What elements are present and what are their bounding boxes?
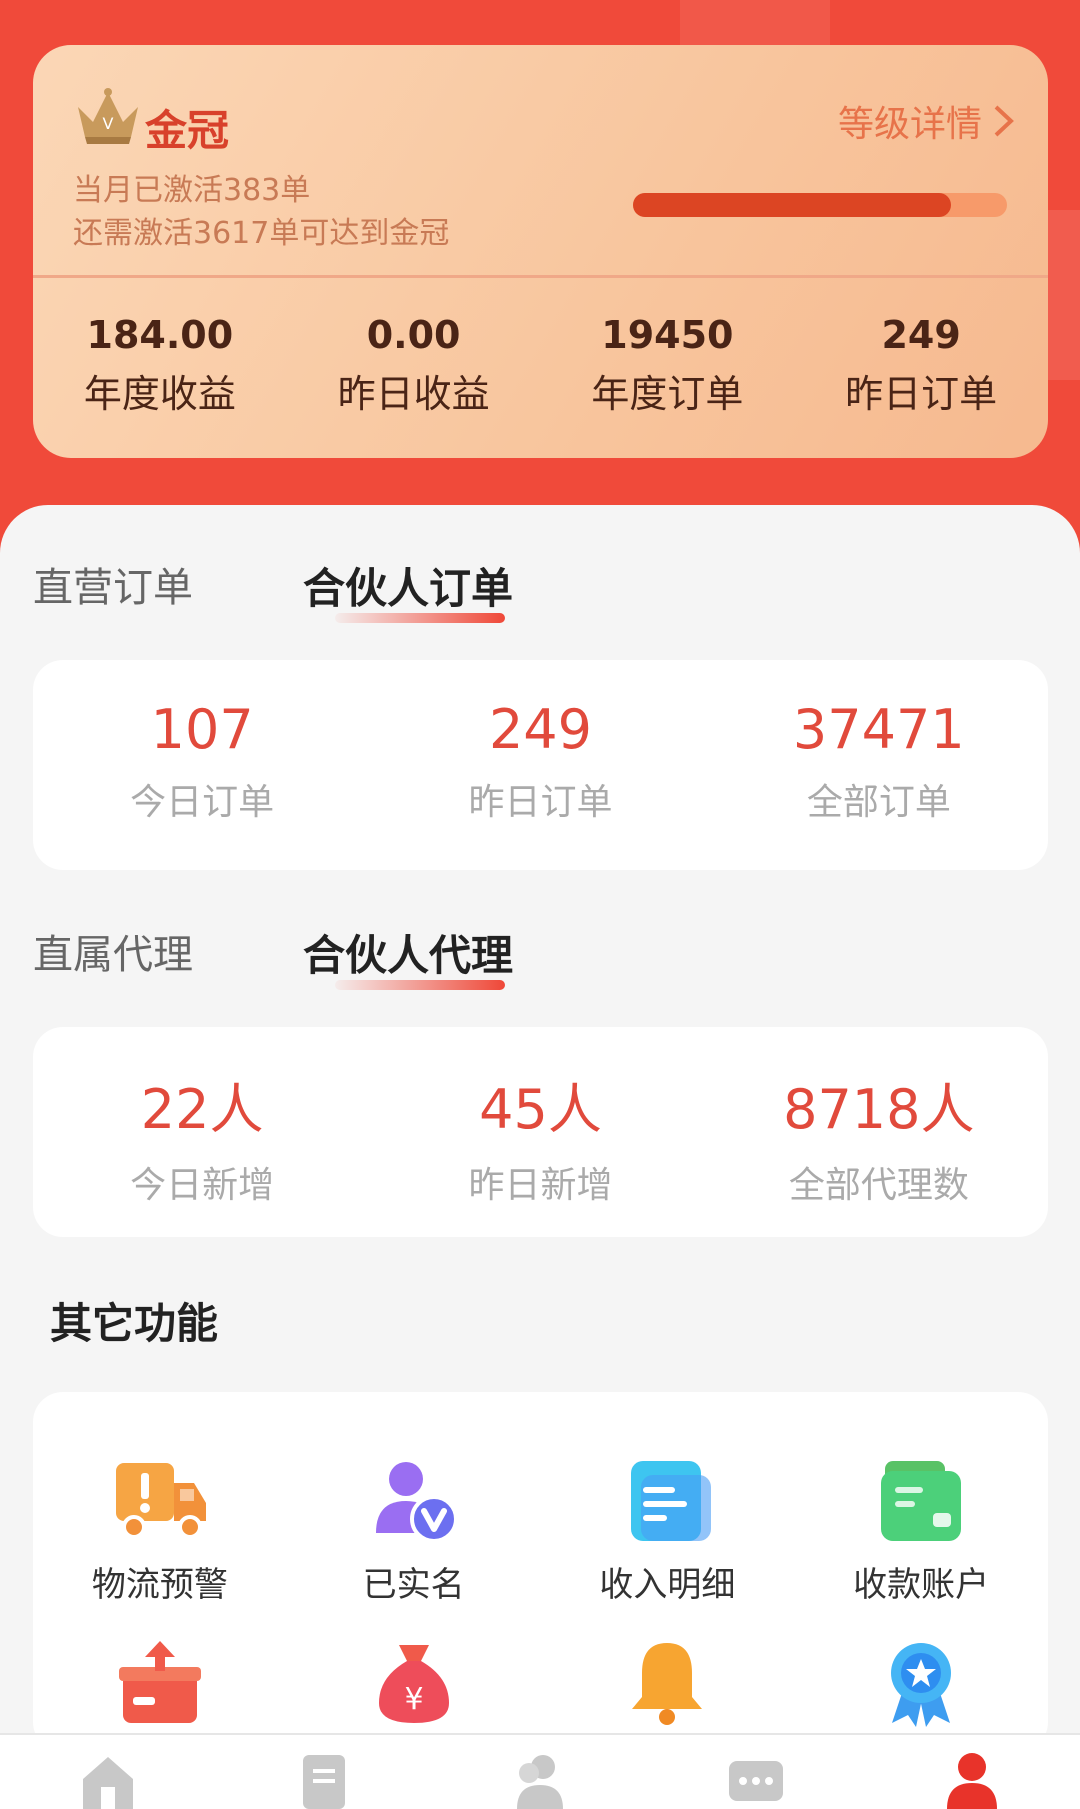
stat-all-orders[interactable]: 37471 全部订单 <box>710 660 1048 870</box>
tab-label: 合伙人订单 <box>303 564 514 613</box>
agent-stats-card: 22人 今日新增 45人 昨日新增 8718人 全部代理数 <box>33 1027 1048 1237</box>
stat-label: 昨日新增 <box>468 1165 613 1206</box>
level-stats: 184.00 年度收益 0.00 昨日收益 19450 年度订单 249 昨日订… <box>33 313 1048 418</box>
func-label: 收入明细 <box>599 1565 736 1605</box>
badge-star-icon <box>891 1643 952 1727</box>
stat-label: 昨日订单 <box>845 372 998 416</box>
tab-underline <box>335 980 505 990</box>
functions-card: 物流预警 已实名 收入明细 收款账户 ¥ <box>33 1392 1048 1752</box>
stat-value: 107 <box>150 698 254 761</box>
stat-yesterday-orders[interactable]: 249 昨日订单 <box>371 660 709 870</box>
stat-value: 19450 <box>601 313 734 357</box>
functions-row-2: ¥ <box>33 1637 1048 1731</box>
functions-title: 其它功能 <box>50 1299 219 1348</box>
tab-partner-agents[interactable]: 合伙人代理 <box>303 922 514 990</box>
stat-label: 今日新增 <box>130 1165 275 1206</box>
func-verified[interactable]: 已实名 <box>287 1457 541 1606</box>
tab-label: 直营订单 <box>33 565 193 611</box>
func-receiving-account[interactable]: 收款账户 <box>794 1457 1048 1606</box>
box-upload-icon <box>118 1641 201 1723</box>
income-detail-icon <box>631 1461 712 1541</box>
tab-label: 直属代理 <box>33 932 193 978</box>
level-name: 金冠 <box>145 106 230 155</box>
level-detail-link[interactable]: 等级详情 <box>838 95 1016 147</box>
stat-yesterday-orders[interactable]: 249 昨日订单 <box>794 313 1048 418</box>
func-logistics-warning[interactable]: 物流预警 <box>33 1457 287 1606</box>
stat-value: 45人 <box>479 1078 602 1141</box>
profile-icon <box>947 1753 997 1809</box>
level-progress-bar <box>633 193 1007 217</box>
crown-icon: V <box>78 88 138 144</box>
func-item-5[interactable] <box>33 1637 287 1731</box>
activated-text: 当月已激活383单 <box>73 173 311 208</box>
tab-partner-orders[interactable]: 合伙人订单 <box>303 555 514 623</box>
level-detail-label: 等级详情 <box>837 104 982 145</box>
stat-value: 0.00 <box>366 313 461 357</box>
stat-today-new[interactable]: 22人 今日新增 <box>33 1027 371 1237</box>
message-icon <box>729 1761 783 1801</box>
stat-value: 8718人 <box>783 1078 975 1141</box>
divider <box>33 275 1048 278</box>
verified-user-icon <box>375 1462 458 1543</box>
need-text: 还需激活3617单可达到金冠 <box>73 216 450 251</box>
stat-value: 249 <box>881 313 961 357</box>
stat-label: 昨日订单 <box>468 782 613 823</box>
func-item-8[interactable] <box>794 1637 1048 1731</box>
nav-profile[interactable] <box>864 1735 1080 1809</box>
stat-value: 249 <box>488 698 593 761</box>
func-item-6[interactable]: ¥ <box>287 1637 541 1731</box>
tab-label: 合伙人代理 <box>303 931 514 980</box>
stat-label: 年度订单 <box>591 372 744 416</box>
truck-warning-icon <box>115 1463 206 1539</box>
func-label: 物流预警 <box>91 1565 228 1605</box>
stat-label: 全部代理数 <box>788 1165 969 1206</box>
stat-value: 184.00 <box>86 313 234 357</box>
stat-label: 全部订单 <box>806 782 951 823</box>
bottom-navigation <box>0 1733 1080 1809</box>
stat-value: 37471 <box>792 698 965 761</box>
nav-team[interactable] <box>432 1735 648 1809</box>
func-label: 已实名 <box>362 1565 465 1605</box>
bell-icon <box>632 1643 703 1725</box>
func-label: 收款账户 <box>853 1565 990 1605</box>
money-bag-icon: ¥ <box>378 1645 449 1723</box>
wallet-icon <box>881 1461 962 1541</box>
tab-direct-agents[interactable]: 直属代理 <box>33 922 193 980</box>
nav-home[interactable] <box>0 1735 216 1809</box>
func-item-7[interactable] <box>541 1637 795 1731</box>
team-icon <box>517 1755 563 1809</box>
nav-orders[interactable] <box>216 1735 432 1809</box>
level-card: V 金冠 等级详情 当月已激活383单 还需激活3617单可达到金冠 184.0… <box>33 45 1048 458</box>
agent-tabs: 直属代理 合伙人代理 <box>33 922 623 990</box>
stat-today-orders[interactable]: 107 今日订单 <box>33 660 371 870</box>
svg-text:¥: ¥ <box>404 1682 423 1717</box>
nav-message[interactable] <box>648 1735 864 1809</box>
stat-all-agents[interactable]: 8718人 全部代理数 <box>710 1027 1048 1237</box>
order-stats-card: 107 今日订单 249 昨日订单 37471 全部订单 <box>33 660 1048 870</box>
stat-value: 22人 <box>140 1078 264 1141</box>
svg-text:V: V <box>103 114 114 133</box>
functions-row-1: 物流预警 已实名 收入明细 收款账户 <box>33 1457 1048 1606</box>
func-income-detail[interactable]: 收入明细 <box>541 1457 795 1606</box>
order-tabs: 直营订单 合伙人订单 <box>33 555 623 623</box>
stat-yesterday-income[interactable]: 0.00 昨日收益 <box>287 313 541 418</box>
stat-label: 年度收益 <box>83 372 236 416</box>
orders-icon <box>303 1755 345 1809</box>
tab-direct-orders[interactable]: 直营订单 <box>33 555 193 613</box>
tab-underline <box>335 613 505 623</box>
level-progress-fill <box>633 193 951 217</box>
stat-label: 昨日收益 <box>337 372 490 416</box>
home-icon <box>83 1757 133 1809</box>
stat-label: 今日订单 <box>130 782 275 823</box>
stat-yesterday-new[interactable]: 45人 昨日新增 <box>371 1027 709 1237</box>
chevron-right-icon <box>994 105 1014 137</box>
stat-year-income[interactable]: 184.00 年度收益 <box>33 313 287 418</box>
stat-year-orders[interactable]: 19450 年度订单 <box>541 313 795 418</box>
